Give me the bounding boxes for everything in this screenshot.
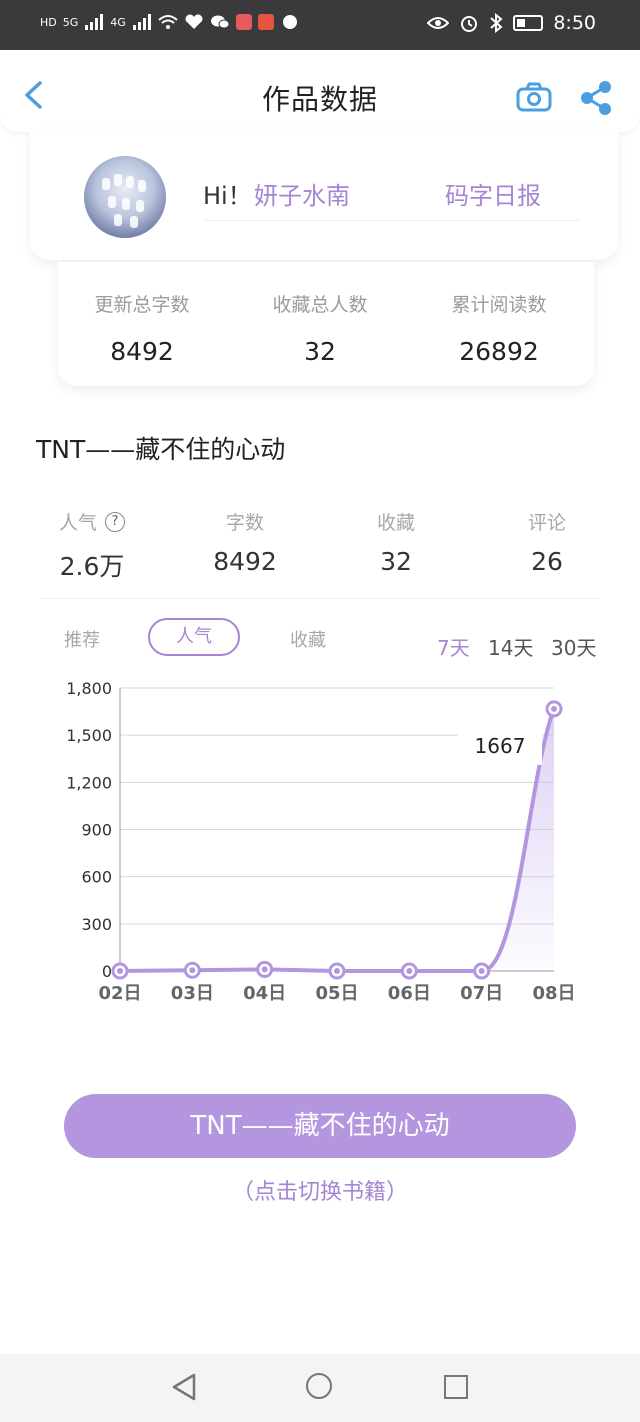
book-select-button[interactable]: TNT——藏不住的心动 xyxy=(64,1094,576,1158)
data-point-center xyxy=(189,967,196,974)
y-tick-label: 1,500 xyxy=(66,726,112,745)
metric-comments: 评论 26 xyxy=(467,508,627,576)
data-point-center xyxy=(261,966,268,973)
data-point-center xyxy=(117,968,123,974)
stat-total-words: 更新总字数 8492 xyxy=(52,290,232,366)
metric-label: 收藏 xyxy=(376,512,415,534)
y-tick-label: 600 xyxy=(81,868,112,887)
tab-recommend[interactable]: 推荐 xyxy=(64,626,100,652)
y-tick-label: 1,200 xyxy=(66,773,112,792)
ball-icon xyxy=(282,15,297,29)
x-tick-label: 04日 xyxy=(243,983,286,1004)
book-title: TNT——藏不住的心动 xyxy=(36,435,286,464)
system-nav-bar xyxy=(0,1354,640,1422)
help-icon[interactable]: ? xyxy=(105,511,125,532)
metric-value: 2.6万 xyxy=(59,552,125,581)
x-tick-label: 05日 xyxy=(315,983,358,1004)
metric-words: 字数 8492 xyxy=(165,508,325,576)
back-triangle-icon[interactable] xyxy=(170,1372,198,1402)
stat-total-favorites: 收藏总人数 32 xyxy=(230,290,410,366)
status-left: HD 5G 4G xyxy=(40,14,300,30)
camera-icon[interactable] xyxy=(516,82,552,112)
range-14d[interactable]: 14天 xyxy=(488,632,533,661)
greeting: Hi！ xyxy=(203,182,252,210)
metric-favorites: 收藏 32 xyxy=(316,508,476,576)
battery-icon xyxy=(513,15,544,31)
stat-label: 更新总字数 xyxy=(94,294,190,316)
range-7d[interactable]: 7天 xyxy=(437,632,470,661)
shopping-618-icon xyxy=(257,14,274,30)
bluetooth-icon xyxy=(490,13,503,33)
4g-label: 4G xyxy=(110,15,126,29)
metric-value: 26 xyxy=(531,547,563,576)
metric-value: 8492 xyxy=(213,547,277,576)
signal-icon-2 xyxy=(132,14,151,30)
data-point-center xyxy=(478,968,485,974)
wifi-icon xyxy=(158,15,178,29)
nav-header: 作品数据 xyxy=(0,50,640,132)
y-tick-label: 900 xyxy=(81,821,112,840)
x-tick-label: 07日 xyxy=(460,983,503,1004)
metric-value: 32 xyxy=(380,547,412,576)
tab-favorites[interactable]: 收藏 xyxy=(290,626,326,652)
data-point-center xyxy=(334,968,340,974)
x-tick-label: 03日 xyxy=(171,983,214,1004)
wechat-icon xyxy=(210,15,230,29)
switch-book-link[interactable]: （点击切换书籍） xyxy=(0,1174,640,1206)
stat-value: 32 xyxy=(304,337,336,366)
signal-icon xyxy=(85,14,104,30)
x-tick-label: 08日 xyxy=(532,983,575,1004)
x-tick-label: 02日 xyxy=(98,983,141,1004)
stat-label: 收藏总人数 xyxy=(272,294,368,316)
app-notification-icon xyxy=(235,14,252,30)
metric-popularity: 人气 ? 2.6万 xyxy=(12,508,172,583)
recent-square-icon[interactable] xyxy=(444,1375,468,1399)
data-point-center xyxy=(406,968,413,974)
y-tick-label: 300 xyxy=(81,915,112,934)
range-30d[interactable]: 30天 xyxy=(551,632,596,661)
divider xyxy=(40,598,600,599)
status-right: 8:50 xyxy=(427,12,596,34)
alarm-icon xyxy=(461,16,478,32)
metric-label: 字数 xyxy=(225,512,264,534)
5g-label: 5G xyxy=(62,15,79,29)
popularity-chart: 0 300 600 900 1,200 1,500 1,800 1667 02日 03日 04日 05… xyxy=(66,679,575,1004)
divider xyxy=(204,220,580,221)
heart-icon xyxy=(185,14,203,29)
stat-label: 累计阅读数 xyxy=(451,294,547,316)
username: 妍子水南 xyxy=(254,182,350,210)
avatar[interactable] xyxy=(84,156,166,238)
home-circle-icon[interactable] xyxy=(306,1373,332,1399)
summary-stats-card: 更新总字数 8492 收藏总人数 32 累计阅读数 26892 xyxy=(58,262,594,386)
share-icon[interactable] xyxy=(578,80,614,116)
status-time: 8:50 xyxy=(553,12,596,34)
tab-popularity[interactable]: 人气 xyxy=(148,618,240,656)
stat-value: 26892 xyxy=(459,337,539,366)
stat-value: 8492 xyxy=(110,337,174,366)
y-tick-label: 1,800 xyxy=(66,679,112,698)
status-bar: HD 5G 4G 8:50 xyxy=(0,0,640,50)
data-label: 1667 xyxy=(475,734,526,758)
x-tick-label: 06日 xyxy=(388,983,431,1004)
daily-report-link[interactable]: 码字日报 xyxy=(445,176,541,211)
hd-label: HD xyxy=(40,15,57,29)
y-tick-label: 0 xyxy=(102,962,112,981)
eye-icon xyxy=(427,17,450,29)
stat-total-reads: 累计阅读数 26892 xyxy=(409,290,589,366)
data-point-center xyxy=(551,705,557,712)
metric-label: 评论 xyxy=(527,512,566,534)
profile-card: Hi！ 妍子水南 码字日报 xyxy=(30,132,618,260)
metric-label: 人气 xyxy=(58,512,97,534)
